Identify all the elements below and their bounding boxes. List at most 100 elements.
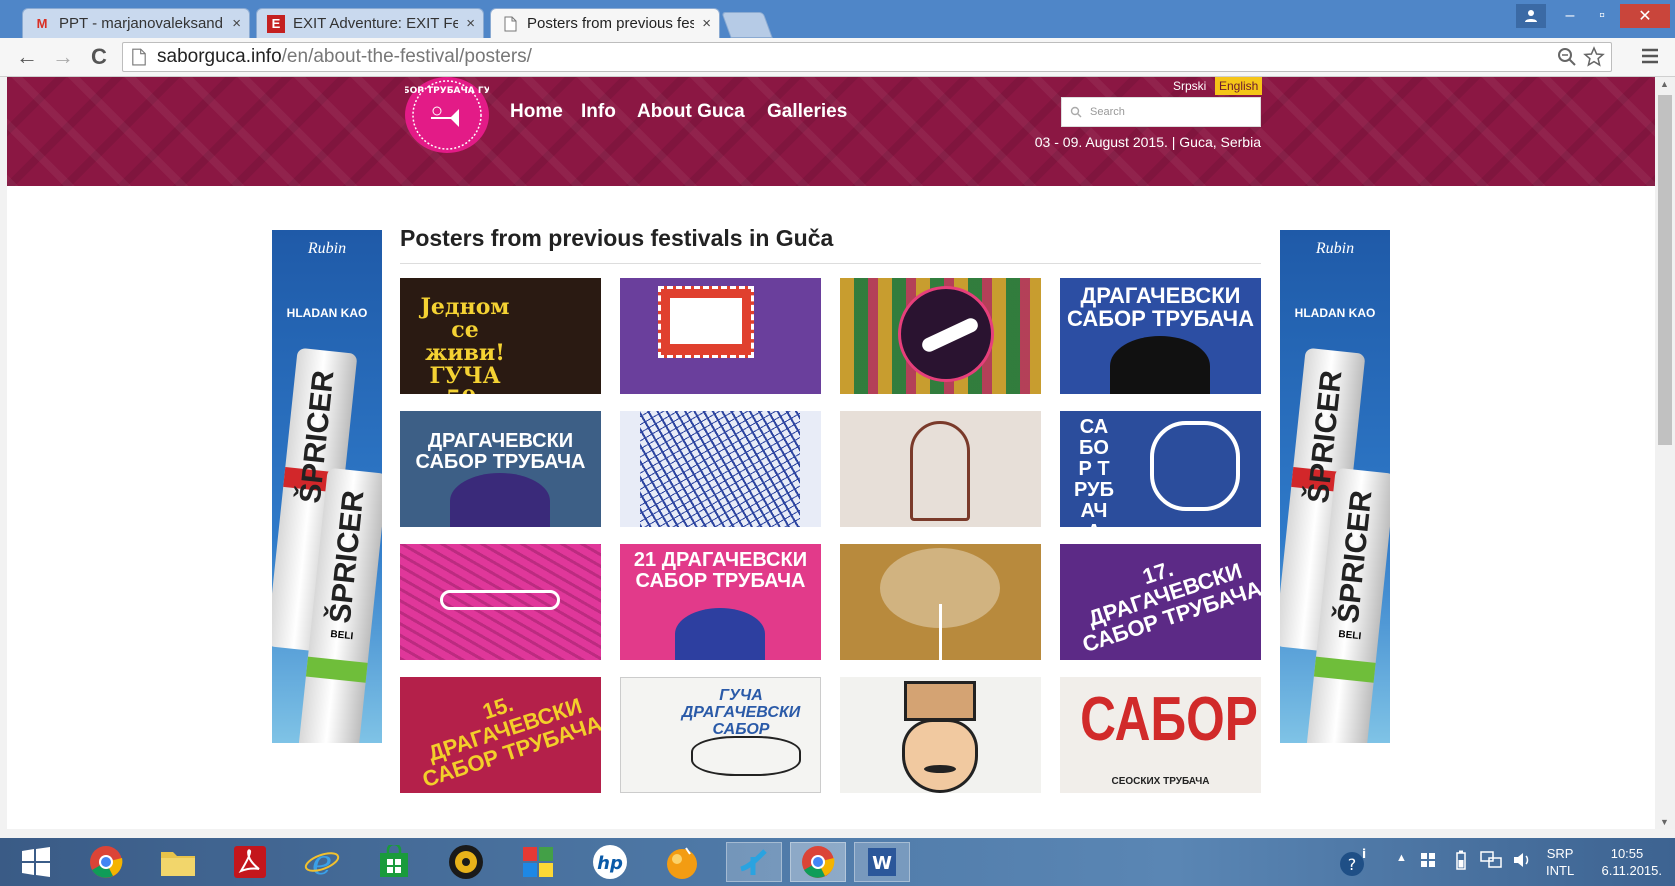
page-scrollbar[interactable]: ▲ ▼ bbox=[1655, 77, 1675, 829]
search-box[interactable]: Search bbox=[1061, 97, 1261, 127]
poster-thumbnail[interactable] bbox=[840, 278, 1041, 394]
poster-thumbnail[interactable]: ДРАГАЧЕВСКИ САБОР ТРУБАЧА bbox=[1060, 278, 1261, 394]
orange-app-icon[interactable] bbox=[654, 842, 710, 882]
adobe-reader-icon[interactable] bbox=[222, 842, 278, 882]
show-hidden-icons[interactable]: ▲ bbox=[1396, 852, 1407, 864]
nav-info[interactable]: Info bbox=[581, 101, 616, 123]
search-icon bbox=[1070, 106, 1082, 118]
gmail-icon: M bbox=[36, 16, 48, 31]
svg-text:hp: hp bbox=[597, 853, 623, 874]
page-title: Posters from previous festivals in Guča bbox=[400, 225, 834, 251]
url-host: saborguca.info bbox=[157, 46, 282, 67]
volume-icon[interactable] bbox=[1512, 850, 1532, 873]
bookmark-star-icon[interactable] bbox=[1583, 46, 1605, 68]
nav-about-guca[interactable]: About Guca bbox=[637, 101, 745, 123]
ad-can-label: ŠPRICER bbox=[323, 488, 371, 625]
chrome-icon[interactable] bbox=[78, 842, 134, 882]
poster-thumbnail[interactable] bbox=[840, 677, 1041, 793]
lang-srpski[interactable]: Srpski bbox=[1169, 77, 1210, 95]
nav-home[interactable]: Home bbox=[510, 101, 563, 123]
svg-text:?: ? bbox=[1348, 855, 1357, 874]
ad-can-sub: BELI bbox=[1337, 628, 1362, 643]
hp-icon[interactable]: hp bbox=[582, 842, 638, 882]
poster-motif bbox=[675, 608, 765, 660]
ad-banner-left[interactable]: Rubin HLADAN KAO ŠPRICER ŠPRICER BELI bbox=[272, 230, 382, 743]
poster-thumbnail[interactable]: САБОР ТРУБАЧА bbox=[1060, 411, 1261, 527]
poster-motif bbox=[640, 411, 800, 527]
chrome-running-icon[interactable] bbox=[790, 842, 846, 882]
trumpet-icon bbox=[691, 736, 801, 776]
poster-thumbnail[interactable]: ГУЧА ДРАГАЧЕВСКИ САБОР bbox=[620, 677, 821, 793]
help-icon[interactable]: ? i bbox=[1338, 846, 1370, 881]
puzzle-app-icon[interactable] bbox=[510, 842, 566, 882]
word-icon[interactable]: W bbox=[854, 842, 910, 882]
tab-posters[interactable]: Posters from previous fest × bbox=[490, 8, 720, 38]
poster-thumbnail[interactable]: 21 ДРАГАЧЕВСКИ САБОР ТРУБАЧА bbox=[620, 544, 821, 660]
poster-text: САБОР ТРУБАЧА bbox=[1074, 416, 1114, 528]
reload-button[interactable]: C bbox=[86, 44, 112, 70]
trumpet-icon bbox=[1150, 421, 1240, 511]
poster-thumbnail[interactable]: 15. ДРАГАЧЕВСКИ САБОР ТРУБАЧА bbox=[400, 677, 601, 793]
poster-thumbnail[interactable]: 17. ДРАГАЧЕВСКИ САБОР ТРУБАЧА bbox=[1060, 544, 1261, 660]
page-icon bbox=[132, 48, 146, 66]
nav-galleries[interactable]: Galleries bbox=[767, 101, 847, 123]
start-button[interactable] bbox=[8, 842, 64, 882]
new-tab-button[interactable] bbox=[721, 12, 773, 38]
battery-icon[interactable] bbox=[1456, 850, 1466, 873]
back-button[interactable]: ← bbox=[14, 44, 40, 70]
close-tab-icon[interactable]: × bbox=[466, 15, 475, 32]
action-center-icon[interactable] bbox=[1420, 852, 1436, 871]
input-language[interactable]: SRP INTL bbox=[1546, 845, 1574, 879]
network-icon[interactable] bbox=[1480, 850, 1502, 873]
scroll-down-arrow[interactable]: ▼ bbox=[1660, 817, 1669, 827]
forward-button[interactable]: → bbox=[50, 44, 76, 70]
ad-brand: Rubin bbox=[307, 240, 347, 257]
poster-thumbnail[interactable]: САБОР СЕОСКИХ ТРУБАЧА bbox=[1060, 677, 1261, 793]
close-window-button[interactable]: ✕ bbox=[1620, 4, 1670, 28]
svg-text:e: e bbox=[312, 844, 332, 880]
ad-slogan: HLADAN KAO bbox=[286, 306, 368, 320]
poster-thumbnail[interactable]: ДРАГАЧЕВСКИ САБОР ТРУБАЧА bbox=[400, 411, 601, 527]
face-shape bbox=[902, 719, 978, 793]
media-player-icon[interactable] bbox=[438, 842, 494, 882]
scroll-up-arrow[interactable]: ▲ bbox=[1660, 79, 1669, 89]
poster-text: 17. ДРАГАЧЕВСКИ САБОР ТРУБАЧА bbox=[1079, 556, 1261, 658]
menu-icon[interactable] bbox=[1640, 46, 1662, 71]
file-explorer-icon[interactable] bbox=[150, 842, 206, 882]
profile-icon[interactable] bbox=[1516, 4, 1546, 28]
poster-thumbnail[interactable] bbox=[620, 278, 821, 394]
clock-date: 6.11.2015. bbox=[1601, 863, 1662, 878]
site-header: САБОР ТРУБАЧА ГУЧА Home Info About Guca … bbox=[7, 77, 1655, 186]
ad-banner-right[interactable]: Rubin HLADAN KAO ŠPRICER ŠPRICER BELI bbox=[1280, 230, 1390, 743]
poster-thumbnail[interactable] bbox=[840, 411, 1041, 527]
clock-time: 10:55 bbox=[1610, 846, 1644, 861]
poster-thumbnail[interactable] bbox=[400, 544, 601, 660]
poster-text: Једном се живи! ГУЧА 50. bbox=[420, 294, 510, 394]
store-icon[interactable] bbox=[366, 842, 422, 882]
telenor-app-icon[interactable] bbox=[726, 842, 782, 882]
poster-text: ДРАГАЧЕВСКИ САБОР ТРУБАЧА bbox=[1067, 283, 1254, 332]
system-clock[interactable]: 10:55 6.11.2015. bbox=[1592, 845, 1662, 879]
mustache-shape bbox=[924, 765, 956, 773]
poster-motif bbox=[939, 604, 942, 660]
ad-slogan: HLADAN KAO bbox=[1294, 306, 1376, 320]
internet-explorer-icon[interactable]: e bbox=[294, 842, 350, 882]
poster-thumbnail[interactable]: Једном се живи! ГУЧА 50. bbox=[400, 278, 601, 394]
restore-button[interactable]: ▫ bbox=[1586, 4, 1618, 28]
windows-taskbar: e hp W ? i ▲ SRP INTL 10:55 6.11.2015. bbox=[0, 838, 1675, 886]
poster-thumbnail[interactable] bbox=[840, 544, 1041, 660]
zoom-icon[interactable] bbox=[1557, 47, 1577, 67]
browser-tab-strip: M PPT - marjanovaleksandra × E EXIT Adve… bbox=[0, 0, 1675, 38]
lang-english[interactable]: English bbox=[1215, 77, 1263, 95]
close-tab-icon[interactable]: × bbox=[232, 15, 241, 32]
address-bar[interactable]: saborguca.info/en/about-the-festival/pos… bbox=[122, 42, 1612, 72]
scroll-thumb[interactable] bbox=[1658, 95, 1672, 445]
poster-text: 21 ДРАГАЧЕВСКИ САБОР ТРУБАЧА bbox=[633, 549, 808, 592]
poster-thumbnail[interactable] bbox=[620, 411, 821, 527]
tab-exit-adventure[interactable]: E EXIT Adventure: EXIT Festi × bbox=[256, 8, 484, 38]
tab-gmail[interactable]: M PPT - marjanovaleksandra × bbox=[22, 8, 250, 38]
close-tab-icon[interactable]: × bbox=[702, 15, 711, 32]
ad-brand: Rubin bbox=[1315, 240, 1355, 257]
minimize-button[interactable]: – bbox=[1554, 4, 1586, 28]
festival-logo[interactable]: САБОР ТРУБАЧА ГУЧА bbox=[405, 77, 489, 153]
